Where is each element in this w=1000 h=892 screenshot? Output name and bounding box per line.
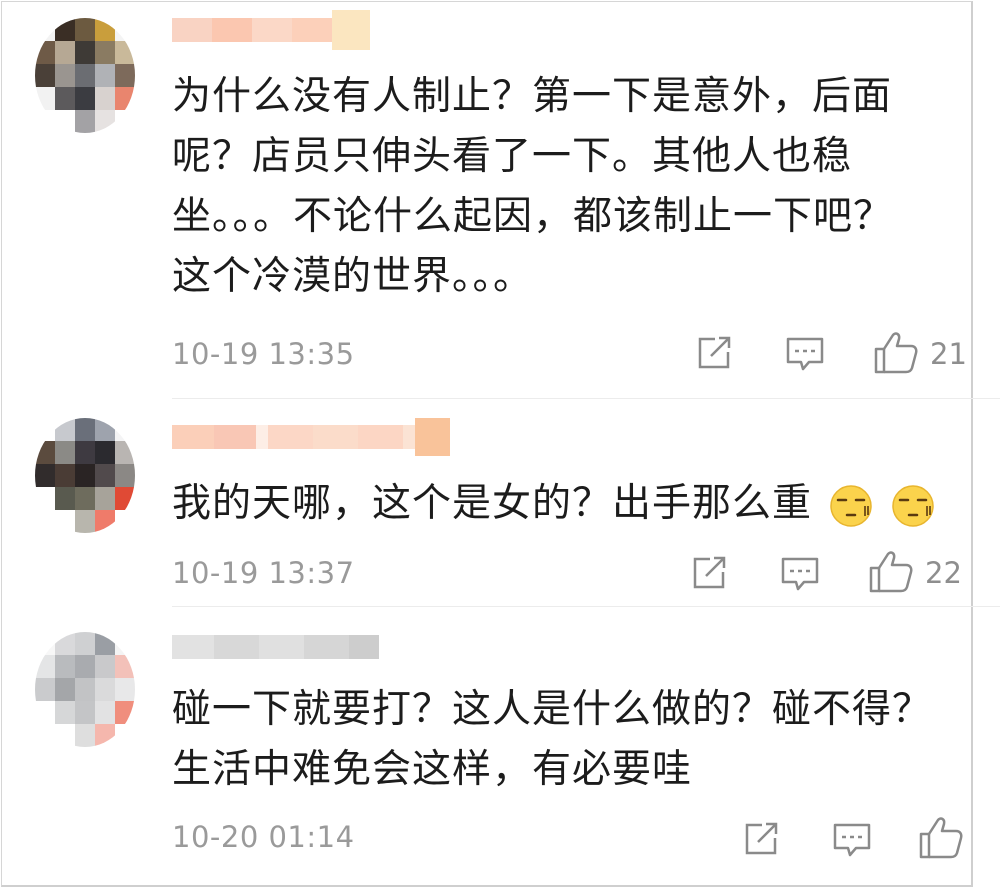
comment-text: 为什么没有人制止？第一下是意外，后面 呢？店员只伸头看了一下。其他人也稳 坐。。… xyxy=(172,67,893,307)
comment-text: 我的天哪，这个是女的？出手那么重 xyxy=(172,474,935,534)
reply-button[interactable] xyxy=(780,554,820,594)
avatar[interactable] xyxy=(35,18,135,133)
comment-timestamp: 10-19 13:37 xyxy=(172,556,355,590)
comment-timestamp: 10-19 13:35 xyxy=(172,337,355,371)
divider xyxy=(172,606,1000,607)
like-count: 21 xyxy=(930,337,967,371)
like-button[interactable] xyxy=(873,331,919,375)
reply-button[interactable] xyxy=(785,334,825,374)
comment-line: 这个冷漠的世界。。。 xyxy=(172,254,534,299)
share-button[interactable] xyxy=(695,334,735,372)
comment-line: 生活中难免会这样，有必要哇 xyxy=(172,747,693,792)
comment-icon xyxy=(833,823,871,857)
share-button[interactable] xyxy=(690,554,730,592)
comment-line-text: 我的天哪，这个是女的？出手那么重 xyxy=(172,481,813,526)
comment-icon xyxy=(786,337,824,371)
thumbs-up-icon xyxy=(919,817,963,859)
speechless-face-emoji xyxy=(830,484,873,527)
share-icon xyxy=(693,556,726,589)
comment-timestamp: 10-20 01:14 xyxy=(172,820,355,854)
like-count: 22 xyxy=(925,556,962,590)
share-button[interactable] xyxy=(742,820,782,858)
avatar[interactable] xyxy=(35,632,135,747)
comment-line: 碰一下就要打？这人是什么做的？碰不得？ xyxy=(172,687,933,732)
username-blurred[interactable] xyxy=(172,622,379,672)
share-icon xyxy=(745,822,778,855)
username-blurred[interactable] xyxy=(172,412,450,462)
thumbs-up-icon xyxy=(869,551,913,593)
comment-icon xyxy=(781,557,819,591)
speechless-face-emoji xyxy=(892,484,934,527)
comment-line: 我的天哪，这个是女的？出手那么重 xyxy=(172,474,935,534)
like-button[interactable] xyxy=(918,816,964,860)
comment-line: 呢？店员只伸头看了一下。其他人也稳 xyxy=(172,134,853,179)
thumbs-up-icon xyxy=(874,332,918,374)
username-blurred[interactable] xyxy=(172,5,370,55)
divider xyxy=(172,398,1000,399)
like-button[interactable] xyxy=(868,550,914,594)
avatar[interactable] xyxy=(35,418,135,533)
share-icon xyxy=(698,336,731,369)
comment-line: 为什么没有人制止？第一下是意外，后面 xyxy=(172,74,893,119)
comment-text: 碰一下就要打？这人是什么做的？碰不得？ 生活中难免会这样，有必要哇 xyxy=(172,680,932,800)
reply-button[interactable] xyxy=(832,820,872,860)
comment-line: 坐。。。不论什么起因，都该制止一下吧？ xyxy=(172,194,894,239)
